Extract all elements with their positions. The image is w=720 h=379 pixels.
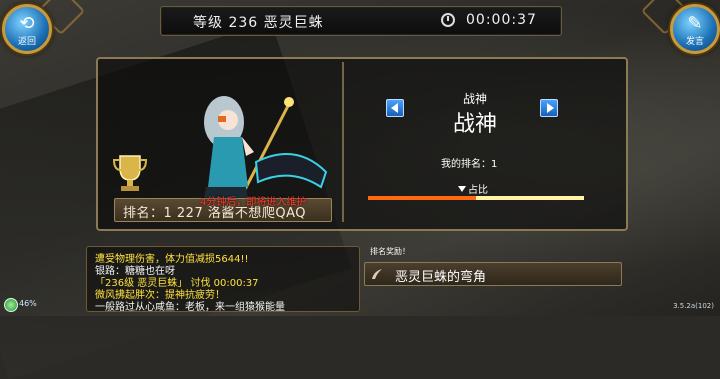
next-title-arrow[interactable] — [540, 99, 558, 117]
speak-button[interactable]: ✎ 发言 — [670, 4, 720, 54]
battle-timer: 00:00:37 — [466, 12, 537, 28]
boss-level-bar: 等级 236 恶灵巨蛛 00:00:37 — [160, 6, 562, 36]
battery-icon — [4, 298, 18, 312]
reward-item-name: 恶灵巨蛛的弯角 — [395, 270, 487, 285]
my-rank-text: 我的排名：1 — [441, 159, 498, 170]
maintenance-warning: 4分钟后，即将进入维护 — [200, 197, 307, 208]
rank-title-big: 战神 — [452, 112, 497, 137]
arrow-right-icon — [547, 103, 554, 113]
rank-title-small: 战神 — [462, 92, 487, 106]
prev-title-arrow[interactable] — [386, 99, 404, 117]
speak-button-label: 发言 — [685, 37, 704, 47]
trophy-icon — [112, 155, 148, 191]
triangle-down-icon — [458, 186, 466, 192]
ratio-progress-bar — [368, 196, 584, 200]
chat-log[interactable]: 遭受物理伤害，体力值减损5644!! 银路：糖糖也在呀 「236级 恶灵巨蛛」 … — [86, 246, 360, 313]
reward-item[interactable]: 恶灵巨蛛的弯角 — [364, 262, 622, 286]
chat-line: 一般路过从心咸鱼：老板，来一组猿猴能量 — [95, 302, 285, 313]
panel-divider — [342, 62, 344, 222]
return-button-label: 返回 — [17, 37, 36, 47]
stopwatch-icon — [441, 13, 455, 27]
version-text: 3.5.2a(102) — [673, 302, 714, 310]
chat-icon: ✎ — [687, 13, 703, 34]
return-button[interactable]: ⟲ 返回 — [2, 4, 52, 54]
ratio-label-text: 占比 — [468, 185, 488, 196]
ratio-progress-fill — [368, 196, 476, 200]
return-icon: ⟲ — [19, 13, 35, 34]
arrow-left-icon — [391, 103, 398, 113]
boss-level-text: 等级 236 恶灵巨蛛 — [193, 15, 324, 31]
horn-icon — [372, 269, 382, 279]
reward-label: 排名奖励！ — [370, 247, 410, 256]
battery-percent: 46% — [19, 299, 37, 308]
ratio-label: 占比 — [458, 181, 488, 196]
